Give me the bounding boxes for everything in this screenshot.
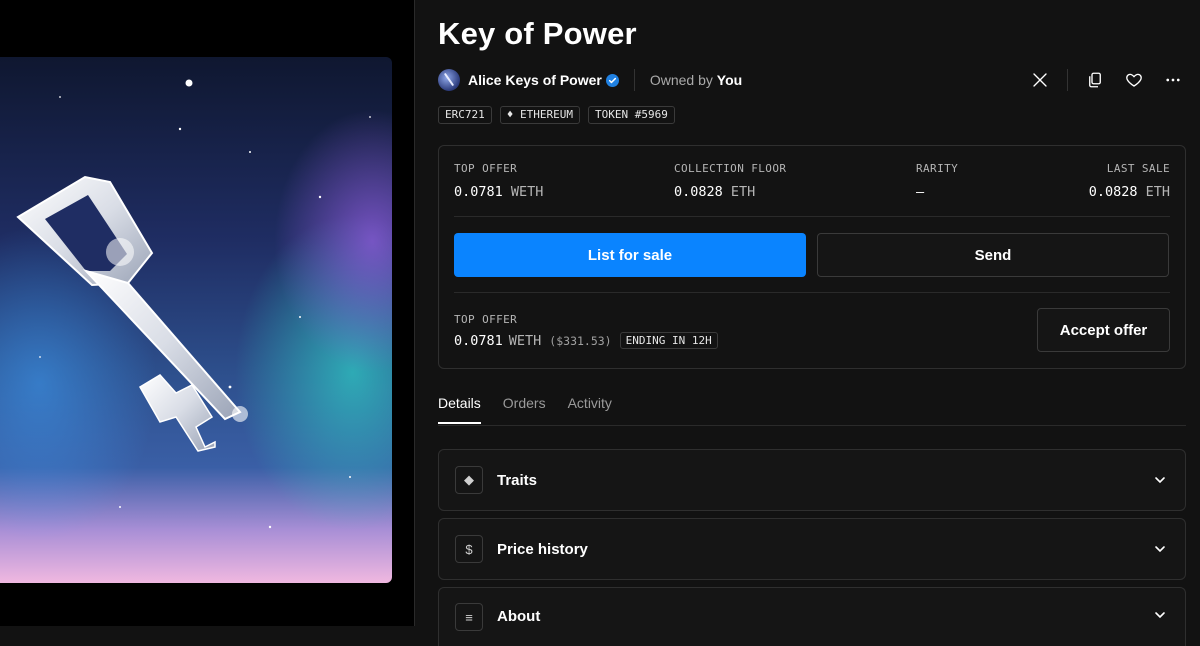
tag-standard: ERC721 — [438, 106, 492, 124]
owner-link[interactable]: You — [717, 72, 742, 88]
trade-panel: TOP OFFER 0.0781 WETH COLLECTION FLOOR 0… — [438, 145, 1186, 369]
tag-chain: ♦ ETHEREUM — [499, 106, 580, 124]
ethereum-icon: ♦ — [506, 108, 520, 121]
accordion-traits[interactable]: ◆ Traits — [438, 449, 1186, 511]
tab-activity[interactable]: Activity — [568, 395, 612, 424]
chevron-down-icon — [1155, 477, 1165, 484]
chevron-down-icon — [1155, 612, 1165, 619]
owned-by: Owned by You — [649, 72, 743, 88]
nft-artwork[interactable] — [0, 57, 392, 583]
accept-offer-button[interactable]: Accept offer — [1037, 308, 1170, 352]
more-icon[interactable] — [1162, 69, 1184, 91]
stat-collection-floor: COLLECTION FLOOR 0.0828 ETH — [674, 162, 787, 200]
collection-avatar[interactable] — [438, 69, 460, 91]
detail-tabs: Details Orders Activity — [438, 395, 612, 424]
send-button[interactable]: Send — [817, 233, 1169, 277]
tag-token: TOKEN #5969 — [587, 106, 675, 124]
diamond-icon: ◆ — [455, 466, 483, 494]
stat-top-offer: TOP OFFER 0.0781 WETH — [454, 162, 544, 200]
page-title: Key of Power — [438, 16, 637, 51]
stat-rarity: RARITY – — [916, 162, 959, 200]
owner-separator — [633, 69, 635, 91]
list-for-sale-button[interactable]: List for sale — [454, 233, 806, 277]
heart-icon[interactable] — [1123, 69, 1145, 91]
description-icon: ≡ — [455, 603, 483, 631]
copy-icon[interactable] — [1084, 69, 1106, 91]
x-icon[interactable] — [1029, 69, 1051, 91]
tab-orders[interactable]: Orders — [503, 395, 546, 424]
top-offer-label: TOP OFFER — [454, 313, 518, 326]
ending-badge: ENDING IN 12H — [619, 332, 718, 349]
dollar-icon: $ — [455, 535, 483, 563]
tabs-underline — [438, 425, 1186, 426]
column-divider — [414, 0, 415, 626]
top-offer-value: 0.0781 WETH ($331.53) ENDING IN 12H — [454, 332, 718, 349]
panel-divider — [454, 292, 1170, 293]
accordion-price-history[interactable]: $ Price history — [438, 518, 1186, 580]
icon-separator — [1067, 69, 1068, 91]
verified-icon — [605, 73, 619, 87]
panel-divider — [454, 216, 1170, 217]
item-actions — [1029, 68, 1184, 92]
media-column — [0, 0, 415, 626]
stat-last-sale: LAST SALE 0.0828 ETH — [1088, 162, 1170, 200]
collection-row: Alice Keys of Power Owned by You — [438, 68, 742, 92]
collection-link[interactable]: Alice Keys of Power — [468, 72, 602, 88]
tab-details[interactable]: Details — [438, 395, 481, 424]
token-tags: ERC721 ♦ ETHEREUM TOKEN #5969 — [438, 106, 675, 124]
accordion-about[interactable]: ≡ About — [438, 587, 1186, 646]
chevron-down-icon — [1155, 546, 1165, 553]
